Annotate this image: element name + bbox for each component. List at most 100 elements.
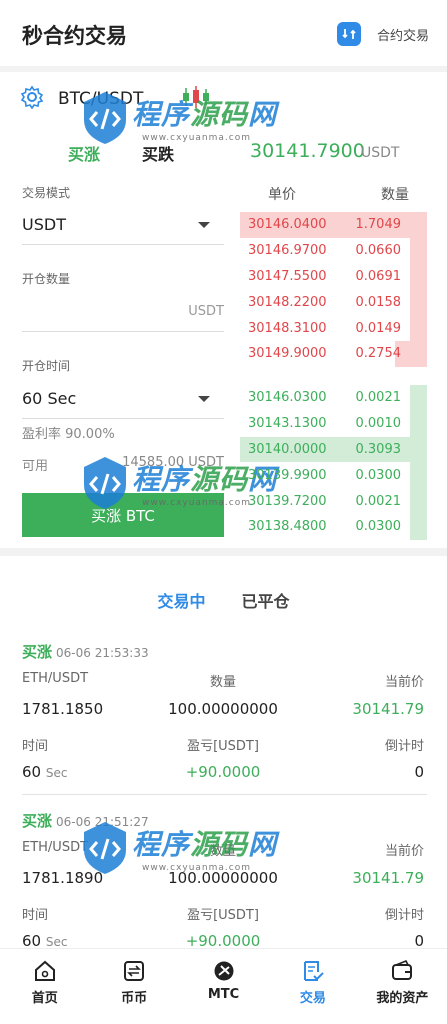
switch-contract-button[interactable]: 合约交易 xyxy=(336,20,429,48)
swap-icon xyxy=(336,22,361,46)
chevron-down-icon xyxy=(198,395,210,402)
profit-rate: 盈利率 90.00% xyxy=(22,427,115,442)
book-price: 30140.0000 xyxy=(248,441,327,457)
ask-row[interactable]: 30148.2200 0.0158 xyxy=(240,289,427,316)
tab-assets[interactable]: 我的资产 xyxy=(358,949,447,1024)
ask-row[interactable]: 30149.9000 0.2754 xyxy=(240,340,427,367)
book-price: 30143.1300 xyxy=(248,416,327,432)
pnl-label: 盈亏[USDT] xyxy=(187,908,259,923)
depth-bar xyxy=(410,462,427,489)
time-label: 开仓时间 xyxy=(22,359,71,373)
tab-trade[interactable]: 交易 xyxy=(268,949,357,1024)
mode-select[interactable]: USDT xyxy=(22,205,224,245)
order-pair: ETH/USDT xyxy=(22,671,89,686)
book-price: 30147.5500 xyxy=(248,268,327,284)
ask-row[interactable]: 30148.3100 0.0149 xyxy=(240,315,427,341)
depth-bar xyxy=(410,263,427,290)
watermark: 程序源码网 www.cxyuanma.com xyxy=(80,90,277,146)
time-label: 时间 xyxy=(22,739,49,754)
watermark-logo-icon xyxy=(84,92,126,144)
order-values-row-2: 60 Sec +90.0000 0 xyxy=(22,932,424,946)
current-price: 30141.79 xyxy=(352,869,424,887)
book-qty: 0.0158 xyxy=(355,294,402,310)
depth-bar xyxy=(410,237,427,264)
tab-open-orders[interactable]: 交易中 xyxy=(157,588,205,612)
mtc-icon xyxy=(214,961,234,981)
tab-mtc[interactable]: MTC xyxy=(179,949,268,1024)
tab-mtc-label: MTC xyxy=(207,987,240,1002)
order-labels-row: ETH/USDT 数量 当前价 xyxy=(22,671,424,690)
tab-spot[interactable]: 币币 xyxy=(89,949,178,1024)
qty-input[interactable]: USDT xyxy=(22,292,224,332)
order-direction: 买涨 xyxy=(22,643,53,661)
trade-icon xyxy=(303,961,324,981)
watermark-logo-icon xyxy=(84,822,126,874)
book-qty: 0.0021 xyxy=(355,390,402,406)
book-qty: 0.0149 xyxy=(355,320,402,336)
ask-list: 30146.0400 1.7049 30146.9700 0.0660 30147.55… xyxy=(240,212,427,367)
watermark-text: 程序源码网 xyxy=(132,98,278,131)
mode-label: 交易模式 xyxy=(22,186,71,200)
price-header: 单价 xyxy=(268,187,296,203)
order-values-row: 1781.1850 100.00000000 30141.79 xyxy=(22,700,424,718)
page-title: 秒合约交易 xyxy=(22,24,127,48)
order-head: 买涨 06-06 21:53:33 xyxy=(22,641,149,662)
qty-label: 数量 xyxy=(209,675,236,690)
tab-closed-orders[interactable]: 已平仓 xyxy=(242,588,290,612)
depth-bar xyxy=(410,289,427,316)
order-book-header: 单价 数量 xyxy=(240,184,427,204)
watermark-url: www.cxyuanma.com xyxy=(142,863,252,873)
home-icon xyxy=(34,960,55,981)
current-price: 30141.79 xyxy=(352,700,424,718)
settings-icon[interactable] xyxy=(20,85,44,113)
current-price-label: 当前价 xyxy=(384,844,424,859)
chevron-down-icon xyxy=(198,221,210,228)
order-qty: 100.00000000 xyxy=(168,700,278,718)
order-direction: 买涨 xyxy=(22,812,53,830)
book-qty: 0.2754 xyxy=(355,346,402,362)
tab-home[interactable]: 首页 xyxy=(0,949,89,1024)
book-price: 30139.9900 xyxy=(248,467,327,483)
book-qty: 0.0691 xyxy=(355,268,402,284)
qty-unit: USDT xyxy=(188,304,224,319)
book-price: 30138.4800 xyxy=(248,519,327,535)
book-qty: 0.0660 xyxy=(355,243,402,259)
mode-value: USDT xyxy=(22,215,66,234)
section-divider xyxy=(0,548,447,556)
bid-row[interactable]: 30138.4800 0.0300 xyxy=(240,513,427,540)
book-qty: 0.0021 xyxy=(355,493,402,509)
watermark: 程序源码网 www.cxyuanma.com xyxy=(80,820,277,876)
duration: 60 Sec xyxy=(22,763,68,781)
last-price-unit: USDT xyxy=(361,145,400,161)
tab-trade-label: 交易 xyxy=(299,991,326,1006)
switch-contract-label: 合约交易 xyxy=(376,28,429,44)
time-label: 时间 xyxy=(22,908,49,923)
header-divider xyxy=(0,66,447,72)
bid-row[interactable]: 30146.0300 0.0021 xyxy=(240,385,427,411)
available-label: 可用 xyxy=(22,459,49,474)
book-price: 30139.7200 xyxy=(248,493,327,509)
time-value: 60 Sec xyxy=(22,389,77,408)
book-price: 30146.0300 xyxy=(248,390,327,406)
bid-row[interactable]: 30143.1300 0.0010 xyxy=(240,410,427,437)
watermark-logo-icon xyxy=(84,457,126,509)
exchange-icon xyxy=(124,961,145,981)
bottom-tab-bar: 首页 币币 MTC 交易 我的资产 xyxy=(0,948,447,1024)
order-values-row-2: 60 Sec +90.0000 0 xyxy=(22,763,424,781)
ask-row[interactable]: 30146.9700 0.0660 xyxy=(240,237,427,264)
duration: 60 Sec xyxy=(22,932,68,946)
order-card[interactable]: 买涨 06-06 21:53:33 ETH/USDT 数量 当前价 1781.1… xyxy=(22,641,424,791)
book-price: 30146.9700 xyxy=(248,243,327,259)
book-price: 30148.2200 xyxy=(248,294,327,310)
ask-row[interactable]: 30146.0400 1.7049 xyxy=(240,212,427,238)
book-price: 30148.3100 xyxy=(248,320,327,336)
book-qty: 1.7049 xyxy=(355,217,402,233)
order-labels-row-2: 时间 盈亏[USDT] 倒计时 xyxy=(22,904,424,923)
order-labels-row-2: 时间 盈亏[USDT] 倒计时 xyxy=(22,735,424,754)
wallet-icon xyxy=(392,959,413,980)
countdown-label: 倒计时 xyxy=(384,739,424,754)
time-select[interactable]: 60 Sec xyxy=(22,379,224,419)
depth-bar xyxy=(410,315,427,341)
ask-row[interactable]: 30147.5500 0.0691 xyxy=(240,263,427,290)
qty-label: 开仓数量 xyxy=(22,272,71,286)
